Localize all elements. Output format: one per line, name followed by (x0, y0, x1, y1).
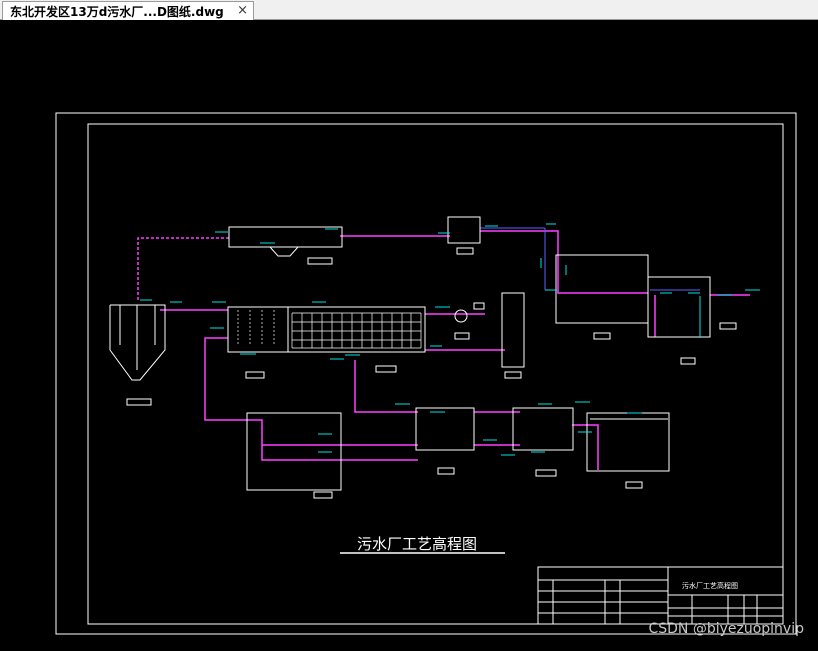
title-block-drawing-name: 污水厂工艺高程图 (682, 581, 738, 590)
pipeline-network (137, 230, 750, 470)
title-block (537, 566, 784, 625)
document-tab-title: 东北开发区13万d污水厂...D图纸.dwg (10, 4, 224, 19)
drawing-svg: 污水厂工艺高程图 污水厂工艺高程图 (55, 112, 797, 635)
unit-label-boxes (126, 247, 737, 499)
drawing-title: 污水厂工艺高程图 (357, 535, 477, 553)
document-tab-bar: 东北开发区13万d污水厂...D图纸.dwg × (0, 0, 818, 20)
blue-lines (480, 227, 700, 291)
close-tab-icon[interactable]: × (237, 3, 248, 19)
outer-frame (55, 112, 797, 635)
watermark: CSDN @biyezuopinvip (648, 621, 804, 637)
cad-drawing-canvas[interactable]: 污水厂工艺高程图 污水厂工艺高程图 CSDN @biyezuopinvip (0, 20, 818, 647)
process-units (109, 216, 711, 491)
document-tab[interactable]: 东北开发区13万d污水厂...D图纸.dwg × (2, 1, 254, 20)
reactor-grid (237, 310, 422, 349)
